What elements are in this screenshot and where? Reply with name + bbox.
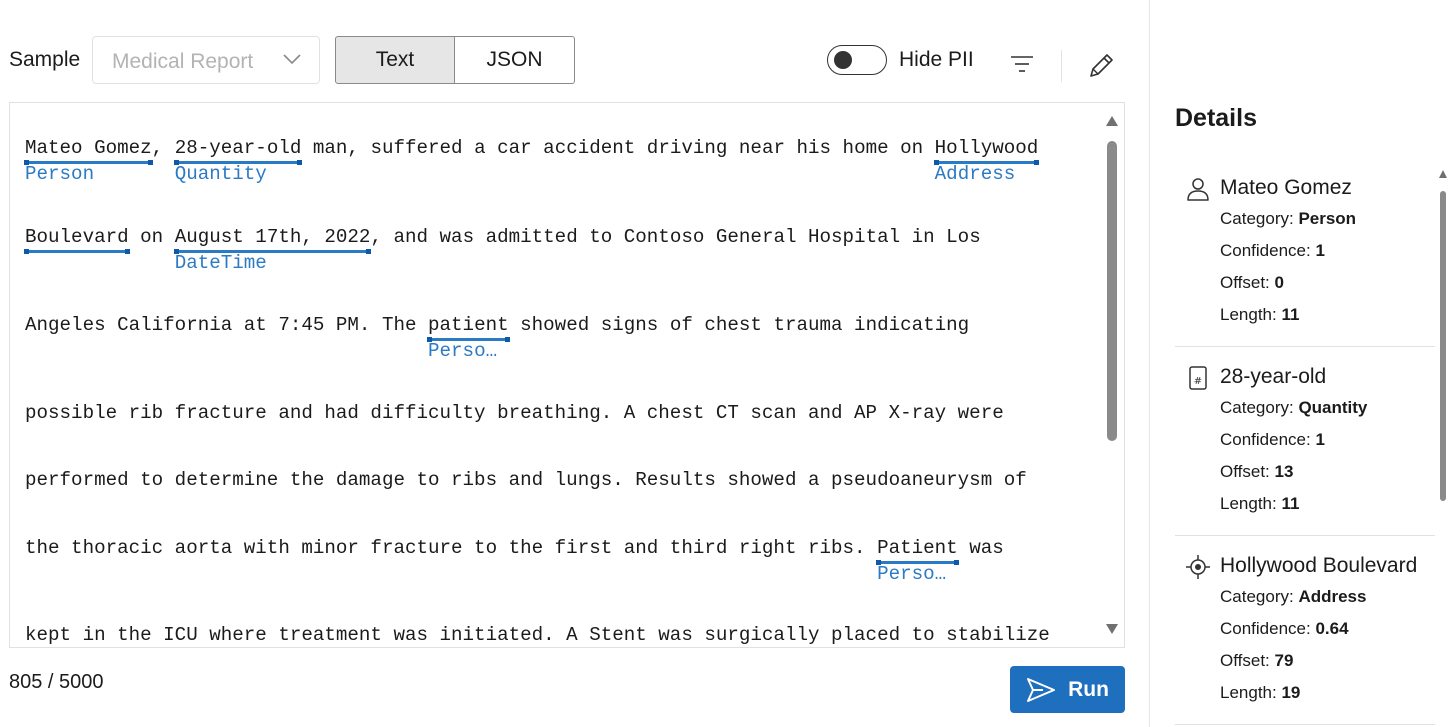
entity-detail-card[interactable]: Mateo Gomez Category: Person Confidence: 1…	[1175, 158, 1435, 347]
entity-category-label[interactable]: Perso…	[877, 563, 946, 585]
text-line: the thoracic aorta with minor fracture t…	[25, 537, 1004, 585]
hide-pii-toggle[interactable]	[827, 45, 887, 75]
entity-offset: Offset: 0	[1220, 273, 1284, 292]
plain-text: the thoracic aorta with minor fracture t…	[25, 537, 878, 559]
sample-label: Sample	[9, 48, 81, 71]
chevron-down-icon	[283, 54, 301, 65]
scroll-thumb[interactable]	[1107, 141, 1117, 441]
filter-icon[interactable]	[1010, 54, 1034, 74]
entity-length: Length: 11	[1220, 494, 1300, 513]
sample-dropdown[interactable]: Medical Report	[92, 36, 320, 84]
entity-confidence: Confidence: 1	[1220, 241, 1325, 260]
plain-text: ,	[151, 137, 175, 159]
scroll-up-arrow-icon[interactable]	[1438, 169, 1448, 179]
text-line: Mateo Gomez Person, 28-year-old Quantity m…	[24, 137, 1039, 185]
entity-category-label[interactable]: Person	[25, 163, 94, 185]
entity-text: Hollywood	[934, 137, 1039, 159]
character-count: 805 / 5000	[9, 671, 104, 693]
plain-text: Angeles California at 7:45 PM. The	[25, 314, 429, 336]
entity-category: Category: Person	[1220, 209, 1357, 228]
entity-text: August 17th, 2022	[174, 226, 371, 248]
json-view-button[interactable]: JSON	[455, 36, 575, 84]
person-icon	[1187, 178, 1209, 201]
quantity-icon: #	[1189, 366, 1207, 390]
text-editor[interactable]: Mateo Gomez Person, 28-year-old Quantity m…	[9, 102, 1125, 648]
plain-text: kept in the ICU where treatment was init…	[25, 624, 1050, 646]
details-scroll-thumb[interactable]	[1440, 191, 1446, 501]
entity-text: Mateo Gomez	[25, 137, 152, 159]
text-line: kept in the ICU where treatment was init…	[25, 624, 1050, 646]
sample-dropdown-value: Medical Report	[112, 50, 254, 73]
entity-text: patient	[428, 314, 509, 336]
send-icon	[1027, 677, 1056, 702]
toggle-knob	[834, 51, 852, 69]
plain-text: performed to determine the damage to rib…	[25, 469, 1027, 491]
text-line: Boulevard on August 17th, 2022 DateTime , …	[24, 226, 981, 274]
entity-highlight[interactable]: Patient Perso…	[876, 537, 959, 585]
plain-text: possible rib fracture and had difficulty…	[25, 402, 1004, 424]
entity-text: Boulevard	[25, 226, 129, 248]
plain-text: was	[957, 537, 1004, 559]
entity-detail-card[interactable]: #28-year-old Category: Quantity Confidence…	[1175, 347, 1435, 536]
hide-pii-label: Hide PII	[899, 48, 974, 71]
entity-underline	[24, 249, 130, 254]
entity-name: Hollywood Boulevard	[1220, 554, 1418, 577]
editor-scrollbar[interactable]	[1100, 103, 1124, 647]
entity-confidence: Confidence: 0.64	[1220, 619, 1349, 638]
svg-text:#: #	[1194, 376, 1202, 387]
text-line: Angeles California at 7:45 PM. The patie…	[25, 314, 970, 362]
details-title: Details	[1175, 104, 1257, 132]
text-content[interactable]: Mateo Gomez Person, 28-year-old Quantity m…	[10, 103, 1100, 647]
edit-pencil-icon[interactable]	[1087, 50, 1115, 80]
run-button-label: Run	[1068, 677, 1109, 701]
entity-text: 28-year-old	[174, 137, 302, 159]
entity-length: Length: 11	[1220, 305, 1300, 324]
entity-category-label[interactable]: DateTime	[175, 252, 267, 274]
entity-confidence: Confidence: 1	[1220, 430, 1325, 449]
entity-highlight[interactable]: Hollywood Address	[933, 137, 1039, 185]
scroll-down-arrow-icon[interactable]	[1105, 623, 1119, 635]
text-view-button[interactable]: Text	[335, 36, 455, 84]
entity-highlight[interactable]: Boulevard	[24, 226, 130, 254]
plain-text: , and was admitted to Contoso General Ho…	[370, 226, 981, 248]
plain-text: man, suffered a car accident driving nea…	[301, 137, 935, 159]
entity-category-label[interactable]: Perso…	[428, 340, 497, 362]
text-line: possible rib fracture and had difficulty…	[25, 402, 1004, 424]
text-line: performed to determine the damage to rib…	[25, 469, 1027, 491]
entity-text: Patient	[877, 537, 958, 559]
entity-highlight[interactable]: Mateo Gomez Person	[24, 137, 153, 185]
scroll-up-arrow-icon[interactable]	[1105, 115, 1119, 127]
entity-length: Length: 19	[1220, 683, 1301, 702]
entity-detail-card[interactable]: Hollywood Boulevard Category: Address Conf…	[1175, 536, 1435, 725]
entity-category-label[interactable]: Quantity	[175, 163, 267, 185]
toolbar-divider	[1061, 50, 1062, 82]
entity-offset: Offset: 13	[1220, 462, 1294, 481]
entity-category: Category: Quantity	[1220, 398, 1368, 417]
details-panel: Details Mateo Gomez Category: Person Confi…	[1149, 0, 1450, 727]
entity-highlight[interactable]: patient Perso…	[427, 314, 510, 362]
location-icon	[1186, 555, 1210, 579]
run-button[interactable]: Run	[1010, 666, 1125, 713]
plain-text: showed signs of chest trauma indicating	[508, 314, 970, 336]
plain-text: on	[128, 226, 175, 248]
entity-category: Category: Address	[1220, 587, 1367, 606]
entity-category-label[interactable]: Address	[935, 163, 1016, 185]
entity-name: 28-year-old	[1220, 365, 1327, 388]
entity-name: Mateo Gomez	[1220, 176, 1352, 199]
details-scrollbar[interactable]	[1436, 157, 1450, 727]
entity-highlight[interactable]: August 17th, 2022 DateTime	[173, 226, 372, 274]
entity-offset: Offset: 79	[1220, 651, 1294, 670]
details-list: Mateo Gomez Category: Person Confidence: 1…	[1175, 158, 1435, 725]
entity-highlight[interactable]: 28-year-old Quantity	[173, 137, 303, 185]
